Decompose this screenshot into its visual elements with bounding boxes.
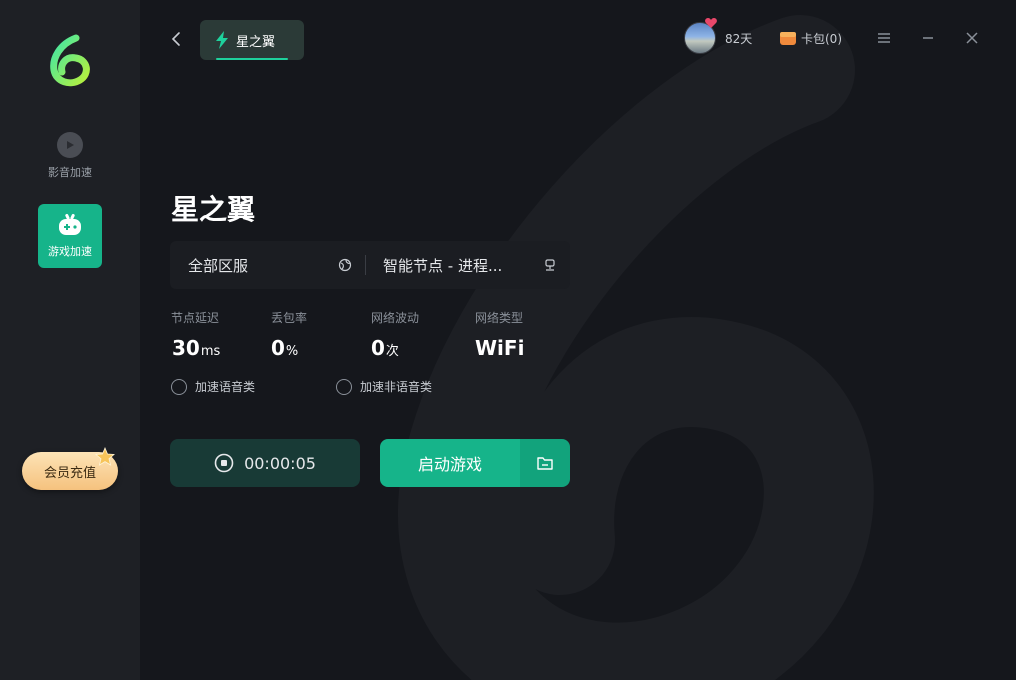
server-select-value: 全部区服 xyxy=(188,256,249,275)
voice-boost-radio[interactable]: 加速语音类 xyxy=(171,378,255,395)
node-select[interactable]: 智能节点 - 进程... xyxy=(383,241,502,289)
boost-timer: 00:00:05 xyxy=(244,453,316,473)
app-logo xyxy=(50,34,90,87)
packet-loss-unit: % xyxy=(285,344,299,359)
jitter-label: 网络波动 xyxy=(371,311,420,325)
back-arrow-icon[interactable] xyxy=(168,30,186,48)
sidebar-item-game-boost[interactable]: 游戏加速 xyxy=(38,204,102,268)
launch-game-label: 启动游戏 xyxy=(417,455,482,474)
tab-label: 星之翼 xyxy=(236,34,276,50)
membership-days: 82天 xyxy=(725,32,753,46)
launch-game-button[interactable]: 启动游戏 xyxy=(380,439,520,487)
game-title: 星之翼 xyxy=(171,193,256,226)
play-circle-icon xyxy=(57,132,83,158)
sidebar-item-label: 游戏加速 xyxy=(48,245,92,258)
crown-star-icon xyxy=(95,446,115,466)
node-selector-bar: 全部区服 智能节点 - 进程... xyxy=(170,241,570,289)
network-type-label: 网络类型 xyxy=(475,311,524,325)
stop-boost-button[interactable]: 00:00:05 xyxy=(170,439,360,487)
open-folder-button[interactable] xyxy=(520,439,570,487)
radio-circle xyxy=(336,378,352,395)
voice-boost-label: 加速语音类 xyxy=(195,380,256,394)
latency-unit: ms xyxy=(200,344,221,359)
network-type-text: WiFi xyxy=(475,336,525,360)
packet-loss-number: 0 xyxy=(271,336,285,360)
tab-underline xyxy=(216,58,288,60)
latency-value: 30ms xyxy=(172,336,220,360)
latency-number: 30 xyxy=(172,336,200,360)
network-type-value: WiFi xyxy=(475,336,524,360)
minimize-icon[interactable] xyxy=(920,30,936,46)
tab-current-game[interactable]: 星之翼 xyxy=(200,20,304,60)
sidebar-item-label: 影音加速 xyxy=(48,166,92,179)
globe-icon[interactable] xyxy=(338,258,352,272)
stop-icon xyxy=(214,453,234,473)
packet-loss-value: 0% xyxy=(271,336,298,360)
sidebar: 影音加速 游戏加速 会员充值 xyxy=(0,0,140,680)
jitter-unit: 次 xyxy=(385,344,399,359)
sidebar-item-video-boost[interactable]: 影音加速 xyxy=(38,124,102,188)
non-voice-boost-radio[interactable]: 加速非语音类 xyxy=(336,378,432,395)
server-node-icon[interactable] xyxy=(543,258,557,272)
lightning-icon xyxy=(216,31,228,49)
latency-label: 节点延迟 xyxy=(171,311,220,325)
vip-label: 会员充值 xyxy=(43,465,96,481)
wallet-icon[interactable] xyxy=(779,29,797,47)
menu-icon[interactable] xyxy=(876,30,892,46)
radio-circle xyxy=(171,378,187,395)
non-voice-boost-label: 加速非语音类 xyxy=(360,380,433,394)
wallet-link[interactable]: 卡包(0) xyxy=(801,30,842,47)
jitter-number: 0 xyxy=(371,336,385,360)
close-icon[interactable] xyxy=(964,30,980,46)
jitter-value: 0次 xyxy=(371,336,399,360)
gamepad-icon xyxy=(59,213,81,235)
heart-badge-icon xyxy=(705,18,717,28)
node-select-value: 智能节点 - 进程... xyxy=(383,256,503,275)
selector-divider xyxy=(365,255,366,275)
folder-icon xyxy=(537,457,553,470)
packet-loss-label: 丢包率 xyxy=(271,311,308,325)
server-select[interactable]: 全部区服 xyxy=(188,241,248,289)
